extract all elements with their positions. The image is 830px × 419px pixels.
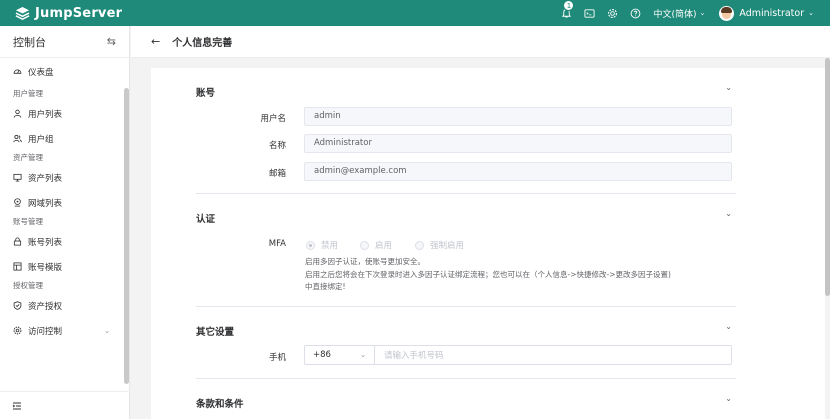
sidebar-item[interactable]: 访问控制 ⌄ (0, 318, 124, 343)
chevron-down-icon: ⌄ (808, 9, 814, 17)
terms-section-title: 条款和条件 (196, 399, 244, 410)
sidebar-group-title: 资产管理 (13, 153, 43, 162)
username-label: 用户名 (260, 114, 286, 124)
mfa-option-label: 启用 (375, 241, 393, 251)
language-label: 中文(简体) (653, 9, 697, 20)
sidebar-footer (0, 391, 130, 419)
mfa-option-disable[interactable]: 禁用 (306, 239, 338, 251)
avatar (719, 5, 735, 21)
user-icon (13, 109, 22, 118)
sidebar-item[interactable]: 仪表盘 (0, 59, 124, 84)
sidebar-item[interactable]: 网域列表 (0, 190, 124, 215)
chevron-down-icon[interactable]: ⌄ (725, 83, 732, 92)
name-field[interactable]: Administrator (304, 134, 732, 153)
sidebar-item[interactable]: 资产列表 (0, 165, 124, 190)
sidebar-scrollbar[interactable] (124, 88, 129, 384)
sidebar-item[interactable]: 用户列表 (0, 101, 124, 126)
mfa-option-enable[interactable]: 启用 (360, 239, 392, 251)
top-navbar: JumpServer 1 中文(简体) ⌄ Administrator ⌄ (0, 0, 830, 26)
lock-icon (13, 237, 22, 246)
sidebar-item-label: 仪表盘 (28, 67, 54, 78)
mfa-label: MFA (268, 239, 286, 249)
sidebar-item[interactable]: 账号模版 (0, 254, 124, 279)
sidebar-title: 控制台 (13, 35, 46, 49)
mfa-option-force[interactable]: 强制启用 (415, 239, 464, 251)
sidebar-item[interactable]: 账号列表 (0, 229, 124, 254)
email-label: 邮箱 (268, 169, 286, 179)
sidebar-item-label: 访问控制 (28, 326, 63, 337)
chevron-down-icon: ⌄ (104, 326, 110, 335)
sidebar-item[interactable]: 用户组 (0, 126, 124, 151)
chevron-down-icon[interactable]: ⌄ (725, 209, 732, 218)
swap-icon[interactable]: ⇆ (107, 35, 116, 48)
divider (196, 306, 736, 307)
sidebar-menu: 仪表盘用户管理用户列表用户组资产管理资产列表网域列表账号管理账号列表账号模版授权… (0, 59, 124, 385)
name-label: 名称 (268, 141, 286, 151)
sidebar-item-label: 账号模版 (28, 262, 63, 273)
settings-icon[interactable] (606, 7, 619, 20)
access-control-icon (13, 326, 22, 335)
username-field[interactable]: admin (304, 107, 732, 126)
auth-section-title: 认证 (196, 214, 216, 225)
sidebar-item-label: 资产授权 (28, 301, 63, 312)
sidebar-header: 控制台 ⇆ (0, 26, 129, 58)
language-selector[interactable]: 中文(简体) ⌄ (653, 7, 705, 20)
mfa-option-label: 禁用 (321, 241, 339, 251)
divider (196, 378, 736, 379)
bell-icon[interactable]: 1 (560, 0, 575, 20)
terminal-icon[interactable] (583, 7, 596, 20)
dashboard-icon (13, 67, 22, 76)
sidebar-item[interactable]: 资产授权 (0, 293, 124, 318)
sidebar-item-label: 账号列表 (28, 237, 63, 248)
sidebar-item-label: 用户列表 (28, 109, 63, 120)
radio-checked-icon (306, 240, 315, 250)
divider (196, 193, 736, 194)
phone-code-value: +86 (313, 350, 331, 360)
sidebar-item-label: 资产列表 (28, 173, 63, 184)
other-section-title: 其它设置 (196, 327, 235, 338)
chevron-down-icon[interactable]: ⌄ (725, 394, 732, 403)
help-line: 启用之后您将会在下次登录时进入多因子认证绑定流程；您也可以在（个人信息->快捷修… (305, 269, 671, 279)
mfa-option-label: 强制启用 (430, 241, 465, 251)
help-icon[interactable] (629, 7, 642, 20)
phone-field-group: +86 ⌄ 请输入手机号码 (304, 345, 732, 365)
back-arrow-icon[interactable]: ← (151, 35, 160, 48)
page-header: ← 个人信息完善 (131, 26, 830, 58)
template-icon (13, 262, 22, 271)
notification-badge: 1 (563, 0, 575, 11)
help-line: 启用多因子认证，使账号更加安全。 (305, 257, 425, 266)
radio-icon (415, 240, 424, 250)
sidebar-group-title: 用户管理 (13, 89, 43, 98)
shield-icon (13, 301, 22, 310)
sidebar-item-label: 用户组 (28, 134, 54, 145)
collapse-menu-icon[interactable] (12, 401, 22, 411)
sidebar-group-title: 授权管理 (13, 281, 43, 290)
sidebar-item-label: 网域列表 (28, 198, 63, 209)
sidebar: 控制台 ⇆ 仪表盘用户管理用户列表用户组资产管理资产列表网域列表账号管理账号列表… (0, 26, 130, 419)
sidebar-group-title: 账号管理 (13, 217, 43, 226)
page-title: 个人信息完善 (172, 38, 233, 49)
email-field[interactable]: admin@example.com (304, 162, 732, 181)
user-group-icon (13, 134, 22, 143)
phone-label: 手机 (268, 353, 286, 363)
chevron-down-icon: ⌄ (699, 9, 706, 17)
content-scrollbar[interactable] (825, 58, 830, 296)
account-section-title: 账号 (196, 88, 216, 99)
monitor-icon (13, 173, 22, 182)
radio-icon (360, 240, 369, 250)
brand-logo[interactable]: JumpServer (0, 6, 130, 21)
phone-country-code-select[interactable]: +86 ⌄ (305, 346, 375, 364)
user-menu[interactable]: Administrator ⌄ (719, 5, 814, 21)
brand-name: JumpServer (35, 5, 123, 21)
mfa-help-text: 启用多因子认证，使账号更加安全。 启用之后您将会在下次登录时进入多因子认证绑定流… (305, 256, 671, 294)
location-icon (13, 198, 22, 207)
chevron-down-icon: ⌄ (360, 351, 366, 359)
help-line: 中直接绑定! (305, 282, 346, 291)
jumpserver-logo-icon (15, 6, 30, 20)
phone-input[interactable]: 请输入手机号码 (375, 346, 731, 364)
user-name: Administrator (739, 7, 805, 19)
chevron-down-icon[interactable]: ⌄ (725, 322, 732, 331)
